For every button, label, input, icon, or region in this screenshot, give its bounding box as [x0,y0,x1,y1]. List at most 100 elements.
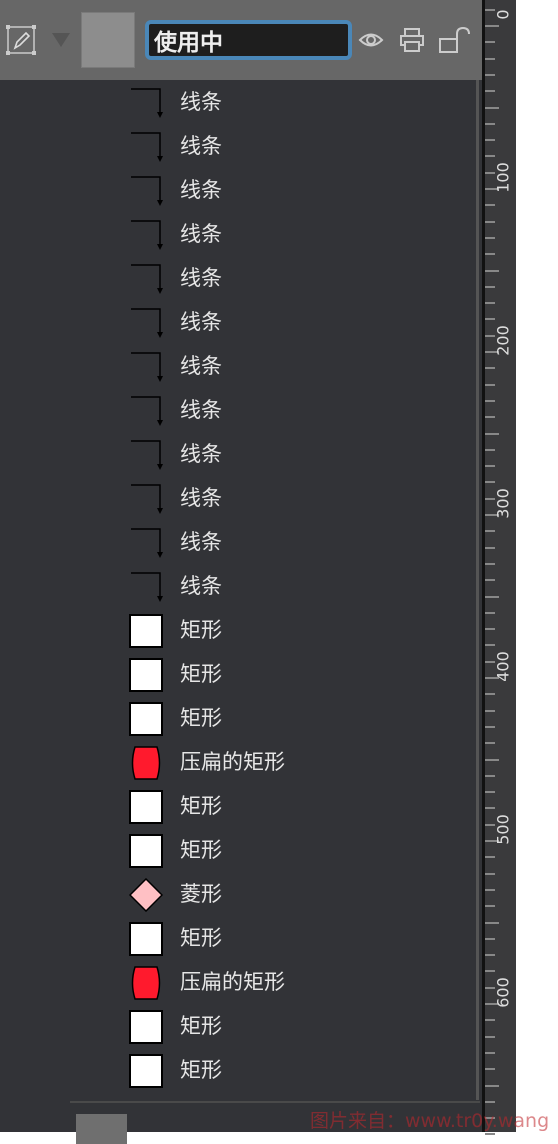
item-label: 矩形 [180,926,222,950]
ruler-tick [485,758,499,761]
item-label: 线条 [180,530,222,554]
ruler-label: 400 [493,651,513,682]
list-item[interactable]: 线条 [0,300,476,344]
item-label: 压扁的矩形 [180,970,285,994]
list-item[interactable]: 线条 [0,168,476,212]
line-shape-icon [129,394,163,428]
ruler-tick [485,872,495,875]
item-label: 矩形 [180,1014,222,1038]
list-item[interactable]: 线条 [0,124,476,168]
list-item[interactable]: 矩形 [0,1004,476,1048]
scrollbar[interactable] [476,80,479,1100]
list-item[interactable]: 线条 [0,212,476,256]
list-item[interactable]: 线条 [0,476,476,520]
expand-triangle-icon[interactable] [52,33,70,47]
item-label: 线条 [180,442,222,466]
line-shape-icon [129,174,163,208]
list-item[interactable]: 矩形 [0,828,476,872]
item-label: 矩形 [180,838,222,862]
ruler-tick [485,41,495,44]
ruler-tick [485,937,495,940]
ruler-tick [485,367,495,370]
list-item[interactable]: 线条 [0,388,476,432]
ruler-tick [485,888,495,891]
ruler-tick [485,562,495,565]
item-label: 线条 [180,398,222,422]
item-label: 矩形 [180,706,222,730]
ruler-tick [485,302,495,305]
ruler-tick [485,628,495,631]
ruler-tick [485,1019,495,1022]
ruler-tick [485,236,495,239]
ruler-tick [485,269,499,272]
rect-shape-icon [129,658,163,692]
ruler-tick [485,204,495,207]
line-shape-icon [129,570,163,604]
ruler-tick [485,106,499,109]
list-item[interactable]: 菱形 [0,872,476,916]
item-label: 矩形 [180,618,222,642]
squashed-shape-icon [129,966,163,1000]
item-label: 线条 [180,266,222,290]
layers-panel: 线条线条线条线条线条线条线条线条线条线条线条线条矩形矩形矩形压扁的矩形矩形矩形菱… [0,0,482,1144]
ruler-tick [485,856,495,859]
list-item[interactable]: 矩形 [0,696,476,740]
ruler-tick [485,579,495,582]
item-label: 矩形 [180,662,222,686]
edit-pencil-icon[interactable] [5,23,37,57]
ruler-tick [485,611,495,614]
rect-shape-icon [129,834,163,868]
item-label: 矩形 [180,794,222,818]
unlock-icon[interactable] [438,26,472,54]
eye-icon[interactable] [357,26,385,54]
list-item[interactable]: 矩形 [0,608,476,652]
ruler-tick [485,285,495,288]
ruler-tick [485,791,495,794]
ruler-tick [485,1051,495,1054]
ruler-tick [485,1035,495,1038]
rect-shape-icon [129,922,163,956]
list-item[interactable]: 线条 [0,80,476,124]
diamond-shape-icon [128,877,164,913]
ruler-tick [485,416,495,419]
ruler-label: 600 [493,977,513,1008]
rect-shape-icon [129,702,163,736]
item-label: 线条 [180,574,222,598]
list-item[interactable]: 矩形 [0,916,476,960]
ruler-tick [485,432,499,435]
ruler-tick [485,73,495,76]
list-item[interactable]: 压扁的矩形 [0,960,476,1004]
ruler-tick [485,57,495,60]
item-label: 线条 [180,134,222,158]
ruler-tick [485,709,495,712]
item-label: 菱形 [180,882,222,906]
line-shape-icon [129,350,163,384]
ruler-tick [485,530,495,533]
ruler-label: 300 [493,488,513,519]
list-item[interactable]: 线条 [0,432,476,476]
ruler-tick [485,693,495,696]
list-item[interactable]: 矩形 [0,1048,476,1092]
next-layer-thumbnail [76,1114,127,1144]
line-shape-icon [129,438,163,472]
rect-shape-icon [129,1054,163,1088]
line-shape-icon [129,218,163,252]
ruler-tick [485,546,495,549]
vertical-ruler: 0 100 200 300 400 500 600 [482,0,516,1136]
item-label: 线条 [180,90,222,114]
list-item[interactable]: 线条 [0,520,476,564]
list-item[interactable]: 压扁的矩形 [0,740,476,784]
item-label: 线条 [180,178,222,202]
ruler-tick [485,725,495,728]
list-item[interactable]: 线条 [0,564,476,608]
list-item[interactable]: 矩形 [0,784,476,828]
ruler-tick [485,465,495,468]
ruler-tick [485,448,495,451]
list-item[interactable]: 线条 [0,344,476,388]
list-item[interactable]: 矩形 [0,652,476,696]
ruler-label: 100 [493,162,513,193]
list-item[interactable]: 线条 [0,256,476,300]
ruler-tick [485,1133,495,1136]
printer-icon[interactable] [398,26,426,54]
layer-name-input[interactable] [145,20,352,60]
